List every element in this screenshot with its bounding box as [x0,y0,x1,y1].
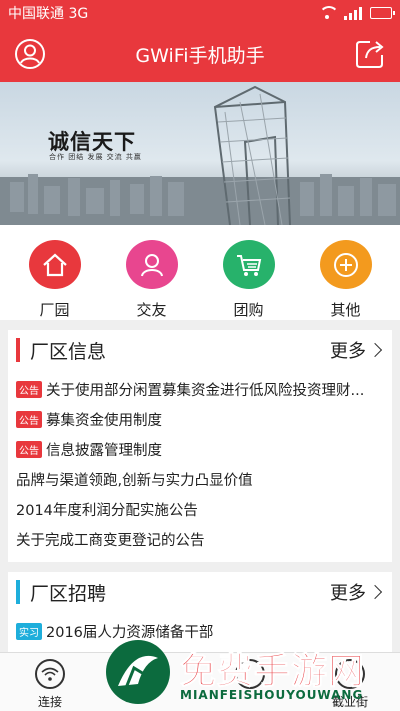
quick-item-label: 团购 [233,301,264,319]
list-item[interactable]: 公告 募集资金使用制度 [16,404,382,434]
card-accent-bar [16,580,20,604]
chevron-right-icon [367,342,383,358]
chevron-right-icon [367,584,383,600]
quick-item-label: 交友 [136,301,167,319]
wifi-icon [35,659,65,689]
list-item[interactable]: 关于完成工商变更登记的公告 [16,524,382,554]
more-label: 更多 [330,583,366,604]
card-header: 厂区招聘 更多 [8,572,392,612]
friends-icon [125,240,178,289]
system-indicators [318,6,395,20]
news-list: 公告 关于使用部分闲置募集资金进行低风险投资理财... 公告 募集资金使用制度 公告… [8,370,392,554]
quick-item-friends[interactable]: 交友 [112,225,192,320]
more-label: 更多 [330,341,366,362]
card-title: 厂区信息 [30,340,107,363]
card-title: 厂区招聘 [30,582,107,605]
list-item-text: 2014年度利润分配实施公告 [16,502,198,519]
more-link[interactable]: 更多 [330,337,384,363]
notice-badge: 公告 [16,380,42,398]
tab-connect[interactable]: 连接 [0,653,100,711]
list-item[interactable]: 品牌与渠道领跑,创新与实力凸显价值 [16,464,382,494]
wifi-signal-icon [318,6,339,20]
plus-icon [319,240,372,289]
user-icon[interactable] [14,38,46,70]
watermark-sub: MIANFEISHOUYOUWANG [180,688,364,702]
list-item[interactable]: 2014年度利润分配实施公告 [16,494,382,524]
status-bar: 中国联通 3G [0,0,400,26]
list-item-text: 关于完成工商变更登记的公告 [16,532,205,549]
card-accent-bar [16,338,20,362]
app-header: GWiFi手机助手 [0,26,400,82]
watermark-text: 免费手游网 [179,651,366,693]
tab-label: 连接 [37,695,62,709]
list-item[interactable]: 公告 信息披露管理制度 [16,434,382,464]
cell-signal-icon [344,6,362,20]
home-icon [28,240,81,289]
notice-badge: 公告 [16,440,42,458]
factory-news-card: 厂区信息 更多 公告 关于使用部分闲置募集资金进行低风险投资理财... 公告 募集资… [8,330,392,562]
list-item[interactable]: 公告 关于使用部分闲置募集资金进行低风险投资理财... [16,374,382,404]
quick-item-label: 其他 [330,301,361,319]
list-item-text: 信息披露管理制度 [46,442,162,459]
card-header: 厂区信息 更多 [8,330,392,370]
internship-badge: 实习 [16,622,42,640]
quick-menu: 厂园 交友 团购 其他 [0,225,400,320]
watermark-logo [106,640,170,704]
carrier-label: 中国联通 3G [8,6,89,22]
quick-item-label: 厂园 [39,301,70,319]
quick-item-group-buy[interactable]: 团购 [209,225,289,320]
banner-carousel[interactable]: 诚信天下 合作 团结 发展 交流 共赢 [0,82,400,225]
more-link[interactable]: 更多 [330,579,384,605]
banner-slogan-sub: 合作 团结 发展 交流 共赢 [49,153,142,161]
notice-badge: 公告 [16,410,42,428]
quick-item-other[interactable]: 其他 [306,225,386,320]
cart-icon [222,240,275,289]
page-title: GWiFi手机助手 [135,44,265,67]
list-item-text: 募集资金使用制度 [46,412,162,429]
share-icon[interactable] [354,38,386,70]
quick-item-factory-park[interactable]: 厂园 [15,225,95,320]
list-item-text: 品牌与渠道领跑,创新与实力凸显价值 [16,472,253,489]
watermark: 免费手游网 MIANFEISHOUYOUWANG [100,636,400,711]
list-item-text: 关于使用部分闲置募集资金进行低风险投资理财... [46,382,365,399]
battery-icon [370,7,395,19]
